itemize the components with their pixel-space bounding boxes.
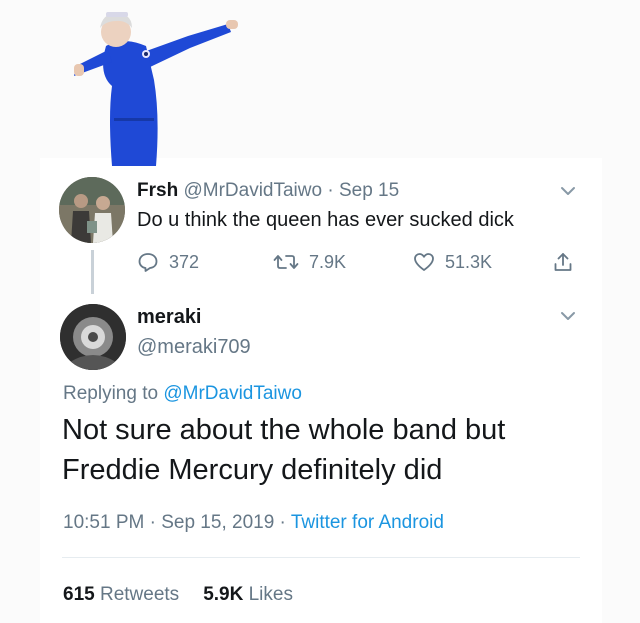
reply-icon [138,253,158,272]
tweet2-date[interactable]: Sep 15, 2019 [161,512,274,533]
replying-to-handle[interactable]: @MrDavidTaiwo [163,383,302,404]
tweet2-meta: 10:51 PM · Sep 15, 2019 · Twitter for An… [63,512,444,534]
dabbing-queen-sticker [74,12,238,166]
tweet2-author-handle[interactable]: @meraki709 [137,336,251,359]
retweet-count: 7.9K [309,251,347,272]
likes-count: 5.9K [203,584,244,605]
tweet1-text: Do u think the queen has ever sucked dic… [137,209,514,231]
likes-stat[interactable]: 5.9K Likes [203,584,293,605]
tweet2-text-line: Freddie Mercury definitely did [62,454,443,486]
avatar-photo [60,304,126,370]
meta-separator: · [279,512,286,533]
avatar[interactable] [59,177,125,243]
tweet1-author-name[interactable]: Frsh [137,180,178,201]
tweet2-author-name[interactable]: meraki [137,306,202,329]
tweet1-date[interactable]: Sep 15 [339,180,399,201]
tweet2-stats: 615 Retweets 5.9K Likes [63,584,293,606]
heart-icon [414,253,434,271]
tweet2-text: Not sure about the whole band but Freddi… [62,410,602,490]
avatar[interactable] [60,304,126,370]
tweet2-text-line: Not sure about the whole band but [62,414,506,446]
thread-connector-line [91,250,94,294]
retweets-stat[interactable]: 615 Retweets [63,584,179,605]
tweet1-separator: · [327,180,334,201]
retweets-label: Retweets [99,584,180,605]
reply-button[interactable]: 372 [137,249,199,275]
avatar-photo [59,177,125,243]
retweet-icon [273,255,299,269]
tweet1-header: Frsh @MrDavidTaiwo · Sep 15 [137,180,399,202]
like-button[interactable]: 51.3K [413,249,492,275]
screenshot: Frsh @MrDavidTaiwo · Sep 15 Do u think t… [0,0,640,623]
share-icon [554,253,572,271]
replying-to: Replying to @MrDavidTaiwo [63,383,302,405]
like-count: 51.3K [445,251,493,272]
tweet2-client[interactable]: Twitter for Android [291,512,444,533]
share-button[interactable] [552,249,584,275]
retweet-button[interactable]: 7.9K [273,249,346,275]
replying-to-label: Replying to [63,383,159,404]
chevron-down-icon[interactable] [559,310,577,322]
meta-separator: · [149,512,156,533]
likes-label: Likes [248,584,293,605]
chevron-down-icon[interactable] [559,185,577,197]
reply-count: 372 [169,251,200,272]
retweets-count: 615 [63,584,95,605]
tweet2-time[interactable]: 10:51 PM [63,512,144,533]
divider [62,557,580,558]
tweet1-author-handle[interactable]: @MrDavidTaiwo [183,180,322,201]
